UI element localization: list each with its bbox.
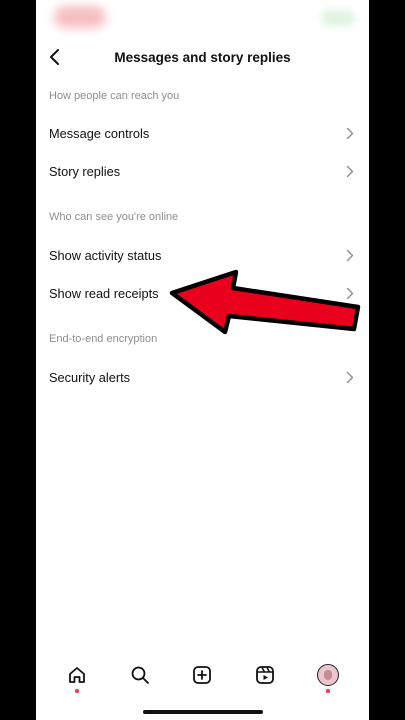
home-indicator [143,710,263,714]
header: Messages and story replies [36,40,369,74]
reels-icon [256,666,274,684]
notification-dot [325,689,330,693]
nav-search[interactable] [122,657,158,693]
row-label: Show activity status [49,247,162,263]
nav-profile[interactable] [310,657,346,693]
chevron-right-icon [343,248,357,262]
create-icon [193,666,212,684]
chevron-right-icon [343,286,357,300]
profile-avatar [316,664,339,686]
chevron-right-icon [343,370,357,384]
settings-screen: Messages and story replies How people ca… [36,0,369,720]
section-label-online: Who can see you're online [49,211,179,223]
page-title: Messages and story replies [114,49,291,65]
row-show-activity-status[interactable]: Show activity status [36,236,369,274]
search-icon [131,666,149,684]
row-label: Story replies [49,163,121,179]
notification-dot [75,689,80,693]
bottom-nav [36,652,369,698]
row-label: Message controls [49,125,150,141]
nav-reels[interactable] [247,657,283,693]
chevron-right-icon [343,164,357,178]
nav-create[interactable] [184,657,220,693]
row-security-alerts[interactable]: Security alerts [36,358,369,396]
row-show-read-receipts[interactable]: Show read receipts [36,274,369,312]
chevron-left-icon [50,49,59,65]
status-bar [36,0,369,40]
chevron-right-icon [343,126,357,140]
section-label-encryption: End-to-end encryption [49,333,158,345]
section-label-reach: How people can reach you [49,90,180,102]
nav-home[interactable] [59,657,95,693]
row-label: Security alerts [49,369,131,385]
row-story-replies[interactable]: Story replies [36,152,369,190]
status-bar-blurred-left [54,6,106,28]
back-button[interactable] [42,44,68,70]
row-label: Show read receipts [49,285,159,301]
home-icon [69,667,86,683]
row-message-controls[interactable]: Message controls [36,114,369,152]
status-bar-blurred-right [321,10,355,26]
